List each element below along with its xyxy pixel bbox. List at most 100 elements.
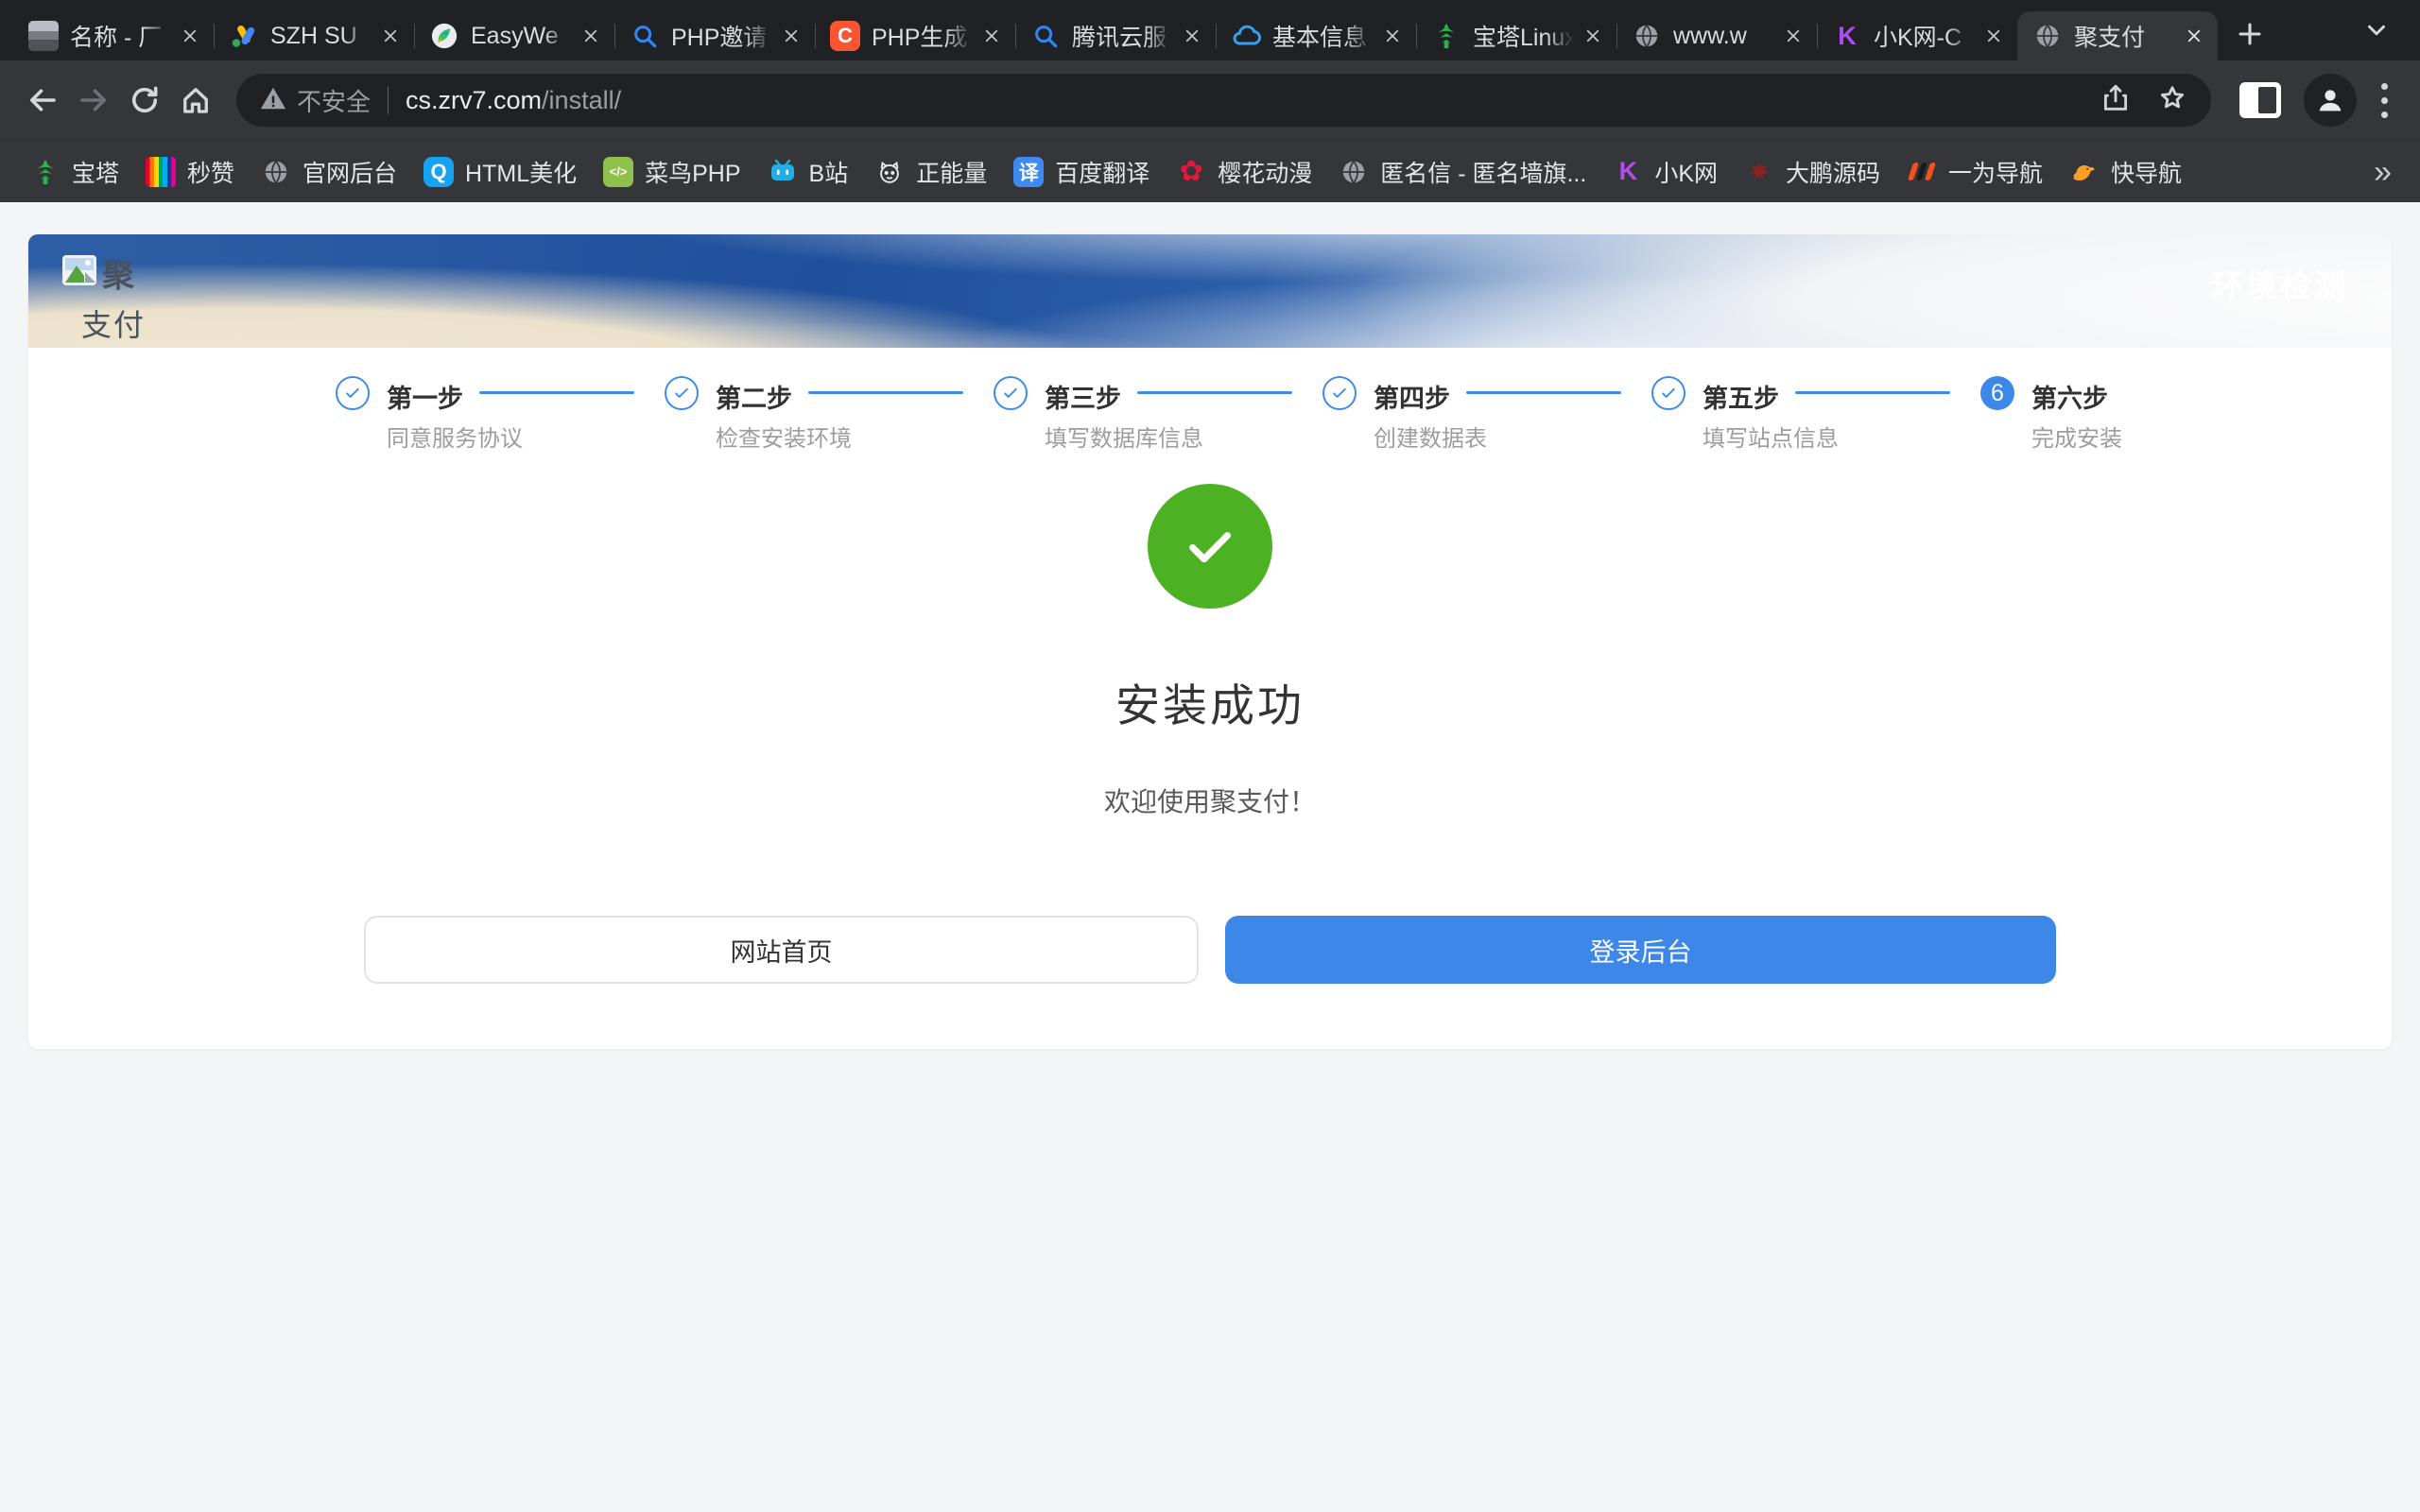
- browser-menu-icon[interactable]: [2366, 83, 2403, 118]
- tab-label: SZH SU: [270, 23, 374, 50]
- tab-label: www.w: [1673, 23, 1777, 50]
- bookmark-label: 官网后台: [302, 155, 397, 189]
- tab-close-icon[interactable]: [575, 20, 607, 52]
- pagoda-icon: [30, 157, 60, 187]
- success-title: 安装成功: [28, 669, 2392, 734]
- url-host: cs.zrv7.com: [406, 86, 542, 115]
- tab-close-icon[interactable]: [1176, 20, 1208, 52]
- tab-close-icon[interactable]: [976, 20, 1008, 52]
- step-check-icon: [665, 376, 699, 410]
- bookmark-item[interactable]: 快导航: [2056, 150, 2195, 194]
- address-bar[interactable]: 不安全 cs.zrv7.com /install/: [236, 74, 2211, 127]
- browser-tab[interactable]: C PHP生成: [815, 11, 1015, 60]
- page-viewport: 聚 支付 环境检测 第一步 同意服务协议 第二步 检查安装环境: [0, 202, 2420, 1512]
- step-check-icon: [994, 376, 1028, 410]
- bookmark-label: 菜鸟PHP: [645, 155, 740, 189]
- logo-image-icon: [60, 251, 98, 294]
- bookmark-label: 一为导航: [1948, 155, 2043, 189]
- url-path: /install/: [542, 86, 621, 115]
- bookmark-label: 快导航: [2111, 155, 2182, 189]
- tab-label: 名称 - 厂: [70, 19, 174, 53]
- tencent-cloud-favicon: [1231, 21, 1261, 51]
- browser-tab[interactable]: 腾讯云服: [1015, 11, 1216, 60]
- profile-avatar[interactable]: [2304, 74, 2357, 127]
- admin-login-button[interactable]: 登录后台: [1225, 916, 2056, 984]
- back-button[interactable]: [17, 75, 68, 126]
- tab-close-icon[interactable]: [1777, 20, 1809, 52]
- bookmark-item[interactable]: 大鹏源码: [1731, 150, 1893, 194]
- animal-face-icon: [874, 157, 905, 187]
- site-home-button[interactable]: 网站首页: [364, 916, 1199, 984]
- csdn-favicon: C: [830, 21, 860, 51]
- banner-header: 聚 支付 环境检测: [28, 234, 2392, 348]
- browser-tab[interactable]: K 小K网-C: [1817, 11, 2017, 60]
- home-button[interactable]: [170, 75, 221, 126]
- bird-icon: [2069, 157, 2100, 187]
- bookmark-label: 大鹏源码: [1786, 155, 1880, 189]
- sakura-icon: ✿: [1176, 157, 1206, 187]
- browser-tab[interactable]: 宝塔Linux: [1416, 11, 1616, 60]
- bookmark-label: 秒赞: [187, 155, 234, 189]
- page-thumbnail-favicon: [28, 21, 59, 51]
- tab-close-icon[interactable]: [1978, 20, 2010, 52]
- tab-close-icon[interactable]: [174, 20, 206, 52]
- browser-tab[interactable]: 名称 - 厂: [13, 11, 214, 60]
- bookmark-label: 百度翻译: [1055, 155, 1150, 189]
- browser-tab[interactable]: 基本信息: [1216, 11, 1416, 60]
- bookmark-item[interactable]: 正能量: [861, 150, 1000, 194]
- step-title: 第四步: [1374, 378, 1450, 415]
- browser-tab[interactable]: SZH SU: [214, 11, 414, 60]
- tab-close-icon[interactable]: [374, 20, 406, 52]
- bookmark-item[interactable]: 宝塔: [17, 150, 132, 194]
- logo-text-line2: 支付: [81, 301, 146, 345]
- step-item: 第三步 填写数据库信息: [994, 376, 1322, 452]
- tab-close-icon[interactable]: [1577, 20, 1609, 52]
- translate-badge-icon: 译: [1013, 157, 1044, 187]
- bookmark-label: 正能量: [916, 155, 987, 189]
- bookmark-item[interactable]: ✿ 樱花动漫: [1163, 150, 1325, 194]
- step-check-icon: [336, 376, 370, 410]
- side-panel-icon[interactable]: [2239, 82, 2281, 118]
- bookmarks-overflow-icon[interactable]: »: [2362, 156, 2403, 188]
- bookmark-item[interactable]: 译百度翻译: [1000, 150, 1163, 194]
- bookmark-label: 樱花动漫: [1218, 155, 1312, 189]
- browser-tab[interactable]: EasyWe: [414, 11, 614, 60]
- step-connector: [1466, 391, 1621, 394]
- install-card: 聚 支付 环境检测 第一步 同意服务协议 第二步 检查安装环境: [28, 234, 2392, 1049]
- globe-icon: [261, 157, 291, 187]
- tab-close-icon[interactable]: [1376, 20, 1409, 52]
- bookmark-item[interactable]: K小K网: [1599, 150, 1731, 194]
- bookmark-label: 宝塔: [72, 155, 119, 189]
- tab-close-icon[interactable]: [2178, 20, 2210, 52]
- k-logo-icon: K: [1613, 157, 1643, 187]
- share-icon[interactable]: [2100, 82, 2132, 119]
- tab-label: 小K网-C: [1874, 19, 1978, 53]
- bookmark-item[interactable]: 秒赞: [132, 150, 248, 194]
- step-connector: [479, 391, 634, 394]
- bookmark-item[interactable]: 官网后台: [248, 150, 410, 194]
- tab-strip: 名称 - 厂 SZH SU EasyWe PHP邀请 C PHP生成 腾讯云服: [0, 0, 2420, 60]
- bookmark-item[interactable]: </>菜鸟PHP: [590, 150, 753, 194]
- new-tab-button[interactable]: [2227, 11, 2273, 57]
- bookmark-item[interactable]: B站: [754, 150, 862, 194]
- browser-tab[interactable]: PHP邀请: [614, 11, 815, 60]
- bookmark-star-icon[interactable]: [2156, 82, 2188, 119]
- browser-tab-active[interactable]: 聚支付: [2017, 11, 2218, 60]
- bookmark-item[interactable]: 匿名信 - 匿名墙旗...: [1325, 150, 1599, 194]
- rocket-favicon: [429, 21, 459, 51]
- step-subtitle: 填写数据库信息: [1045, 420, 1203, 453]
- step-subtitle: 填写站点信息: [1703, 420, 1839, 453]
- url-separator: [388, 86, 389, 114]
- tab-close-icon[interactable]: [775, 20, 807, 52]
- bookmark-item[interactable]: QHTML美化: [410, 150, 590, 194]
- browser-tab[interactable]: www.w: [1616, 11, 1817, 60]
- tab-overflow-chevron-icon[interactable]: [2358, 11, 2395, 49]
- step-item: 第二步 检查安装环境: [665, 376, 994, 452]
- welcome-message: 欢迎使用聚支付！: [28, 782, 2392, 819]
- reload-button[interactable]: [119, 75, 170, 126]
- bookmark-item[interactable]: 一为导航: [1893, 150, 2056, 194]
- step-item: 第五步 填写站点信息: [1651, 376, 1980, 452]
- forward-button[interactable]: [68, 75, 119, 126]
- tab-label: PHP生成: [872, 19, 976, 53]
- step-subtitle: 完成安装: [2031, 420, 2122, 453]
